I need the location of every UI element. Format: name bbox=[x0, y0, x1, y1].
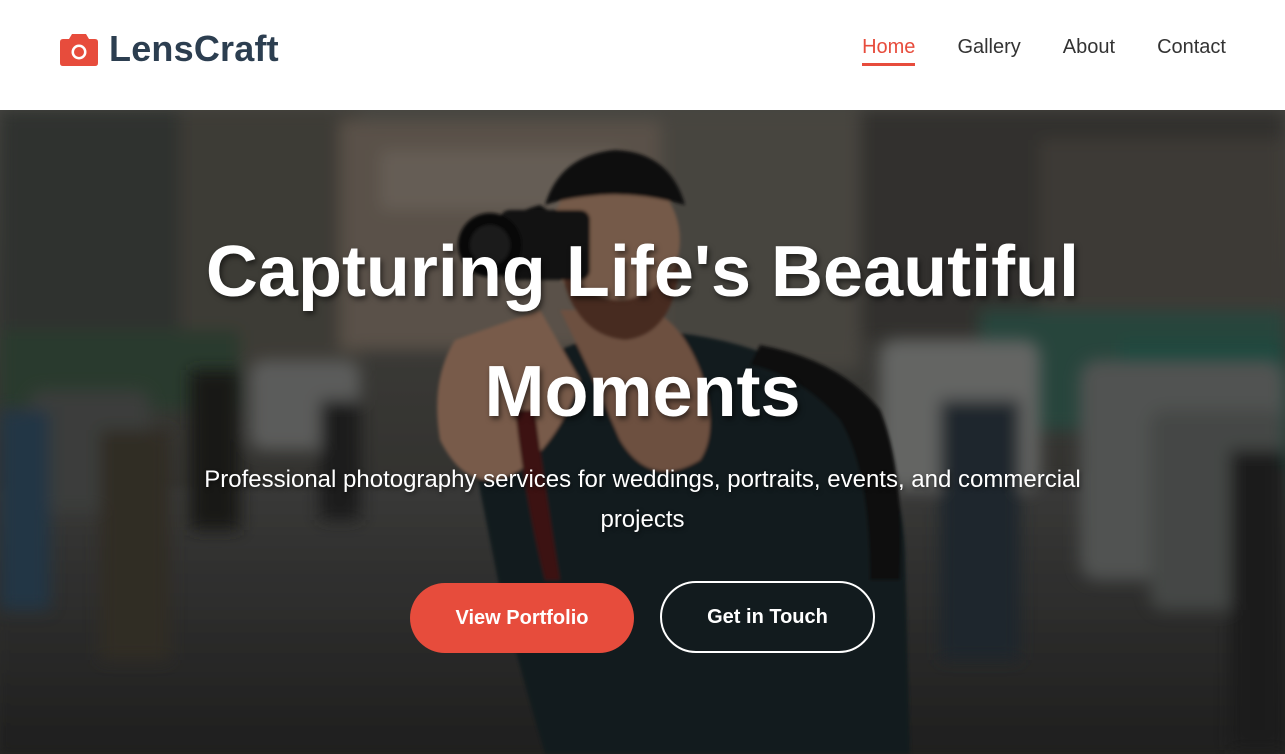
hero-title: Capturing Life's Beautiful Moments bbox=[205, 232, 1080, 432]
hero-section: Capturing Life's Beautiful Moments Profe… bbox=[0, 110, 1285, 754]
nav-home[interactable]: Home bbox=[862, 36, 916, 66]
brand-name: LensCraft bbox=[109, 28, 279, 69]
site-header: LensCraft Home Gallery About Contact bbox=[0, 0, 1285, 110]
brand-logo-link[interactable]: LensCraft bbox=[59, 28, 279, 69]
camera-icon bbox=[60, 34, 98, 66]
hero-content: Capturing Life's Beautiful Moments Profe… bbox=[0, 110, 1285, 754]
view-portfolio-button[interactable]: View Portfolio bbox=[410, 583, 634, 653]
get-in-touch-button[interactable]: Get in Touch bbox=[660, 581, 875, 653]
nav-contact[interactable]: Contact bbox=[1157, 36, 1226, 65]
nav-gallery[interactable]: Gallery bbox=[957, 36, 1020, 65]
main-nav: Home Gallery About Contact bbox=[820, 36, 1226, 66]
nav-about[interactable]: About bbox=[1063, 36, 1115, 65]
hero-subtitle: Professional photography services for we… bbox=[204, 466, 1081, 533]
